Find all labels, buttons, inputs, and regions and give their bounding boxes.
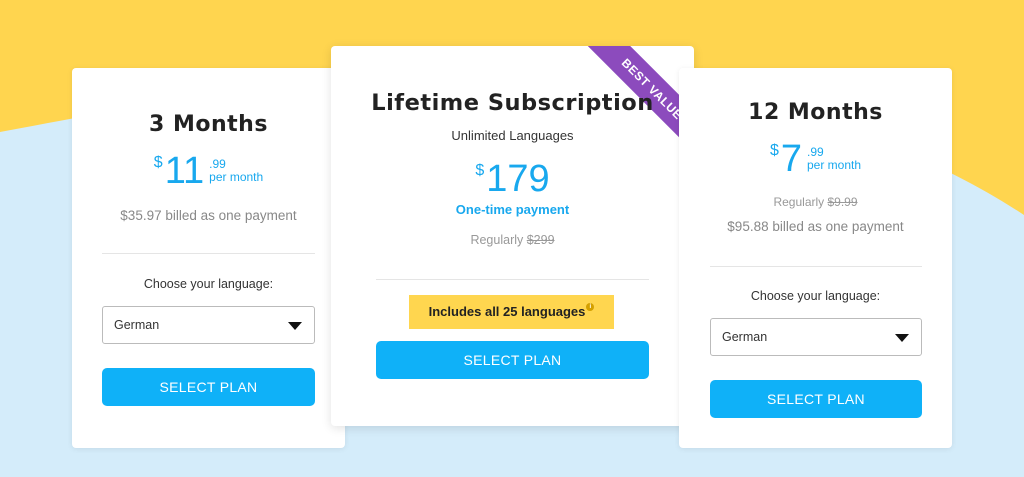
regular-price-value: $299 <box>526 233 555 247</box>
plan-title: 3 Months <box>149 112 268 137</box>
regular-price-value: $9.99 <box>827 195 858 209</box>
currency-symbol: $ <box>475 162 485 179</box>
currency-symbol: $ <box>153 154 163 171</box>
plan-card-12-months: 12 Months $ 7 .99 per month Regularly $9… <box>679 68 952 448</box>
plan-card-lifetime: BEST VALUE Lifetime Subscription Unlimit… <box>331 46 694 426</box>
language-select-value: German <box>114 318 160 332</box>
price-whole: 179 <box>486 158 550 200</box>
price-period: per month <box>209 170 264 184</box>
plan-subtitle: Unlimited Languages <box>451 128 574 143</box>
caret-down-icon <box>288 322 302 330</box>
regular-price: Regularly $9.99 <box>773 195 858 209</box>
includes-text: Includes all 25 languages <box>428 304 586 319</box>
billed-text: $95.88 billed as one payment <box>727 219 904 234</box>
select-plan-button[interactable]: SELECT PLAN <box>102 368 315 406</box>
language-select-value: German <box>722 330 768 344</box>
price-period: per month <box>807 158 862 172</box>
currency-symbol: $ <box>769 142 779 159</box>
caret-down-icon <box>895 334 909 342</box>
plan-title: Lifetime Subscription <box>371 90 654 116</box>
payment-type: One-time payment <box>455 202 570 217</box>
regular-price: Regularly $299 <box>470 233 555 247</box>
choose-language-label: Choose your language: <box>143 277 274 291</box>
divider <box>376 279 649 280</box>
choose-language-label: Choose your language: <box>750 289 881 303</box>
language-select[interactable]: German <box>102 306 315 344</box>
divider <box>102 253 315 254</box>
includes-badge: Includes all 25 languages i <box>409 295 614 329</box>
price-block: $ 179 <box>331 160 694 198</box>
price-block: $ 11 .99 per month <box>72 152 345 190</box>
price-whole: 11 <box>164 150 205 192</box>
select-plan-button[interactable]: SELECT PLAN <box>710 380 922 418</box>
price-block: $ 7 .99 per month <box>679 140 952 178</box>
plan-card-3-months: 3 Months $ 11 .99 per month $35.97 bille… <box>72 68 345 448</box>
billed-text: $35.97 billed as one payment <box>120 208 297 223</box>
info-icon[interactable]: i <box>586 303 595 311</box>
price-whole: 7 <box>780 138 802 180</box>
divider <box>710 266 922 267</box>
plan-title: 12 Months <box>748 100 883 125</box>
language-select[interactable]: German <box>710 318 922 356</box>
select-plan-button[interactable]: SELECT PLAN <box>376 341 649 379</box>
